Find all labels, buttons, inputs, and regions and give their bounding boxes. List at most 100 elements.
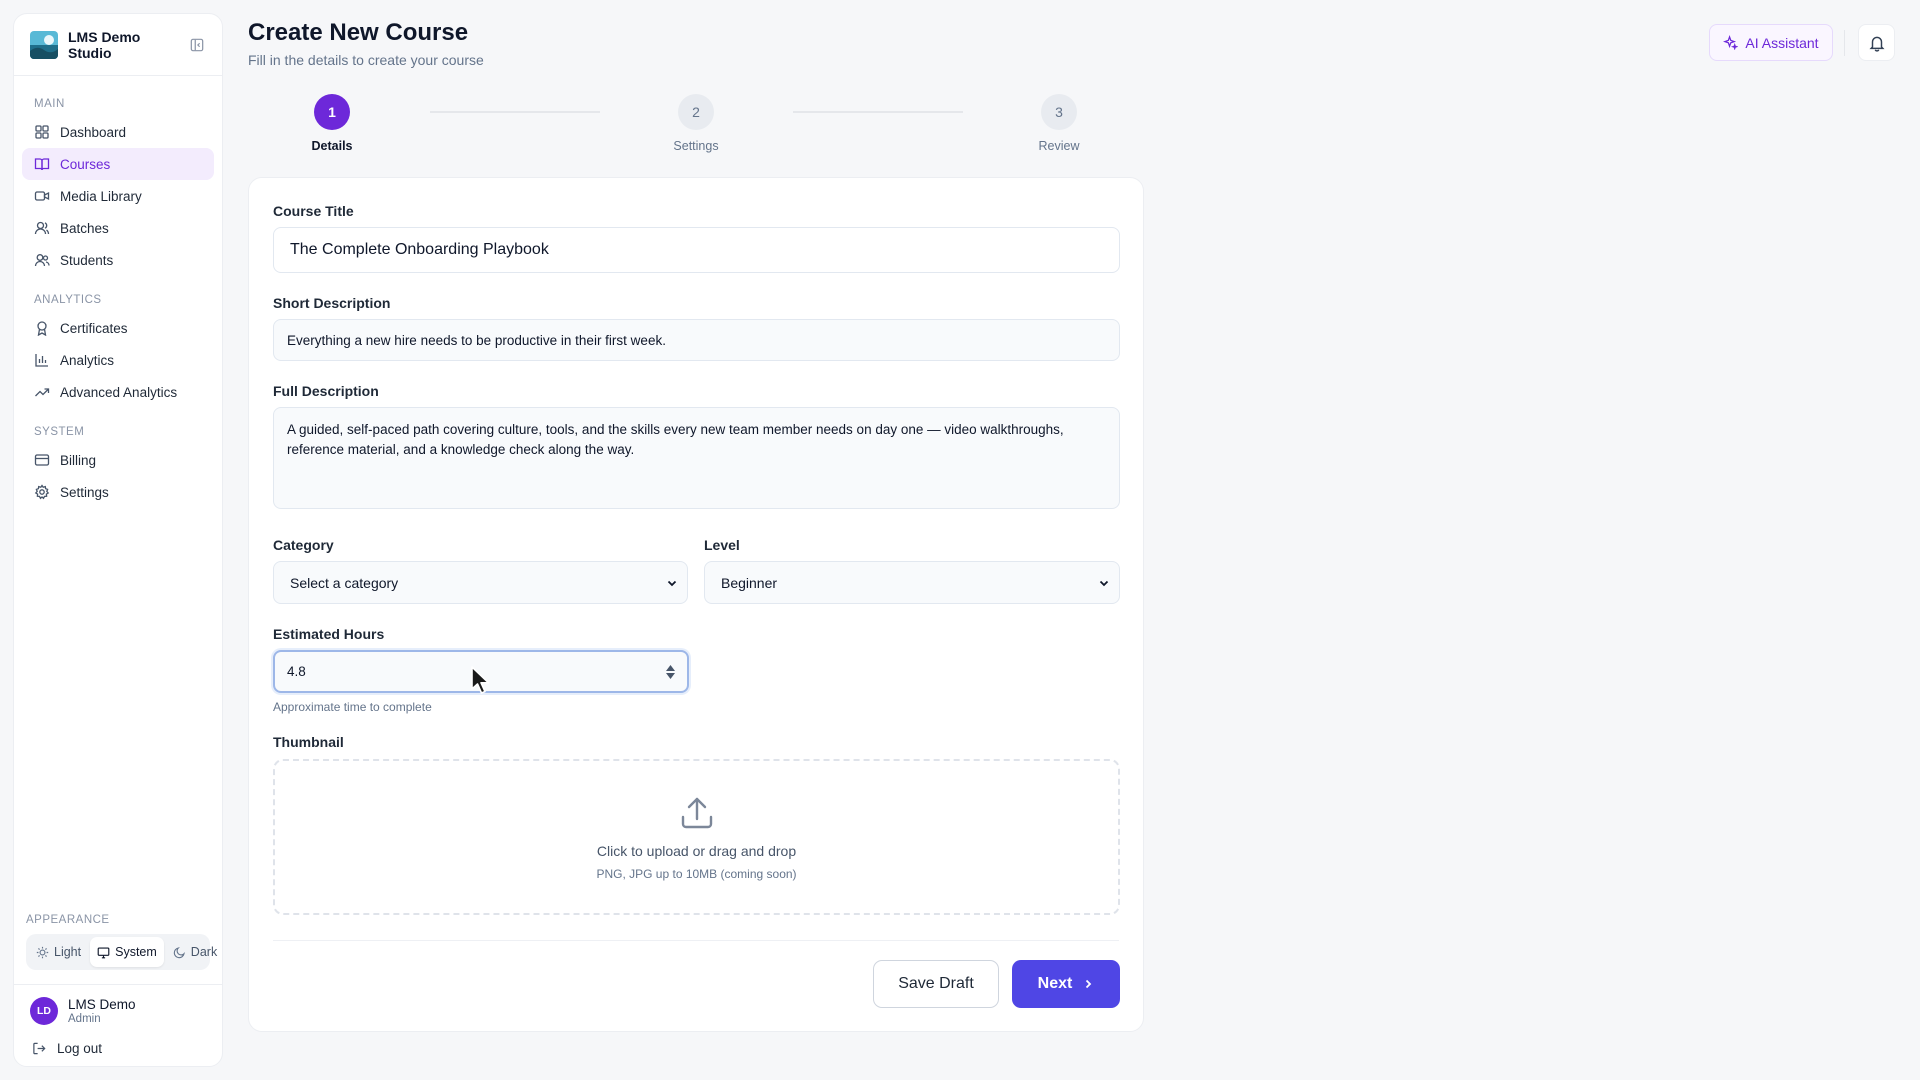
notifications-button[interactable]: [1858, 24, 1895, 61]
sidebar-item-students[interactable]: Students: [22, 244, 214, 276]
moon-icon: [173, 946, 185, 958]
level-select[interactable]: Beginner: [704, 561, 1120, 604]
form-divider: [273, 940, 1119, 941]
page-subtitle: Fill in the details to create your cours…: [248, 52, 484, 68]
sidebar-item-label: Billing: [60, 452, 97, 468]
trending-up-icon: [35, 388, 50, 397]
user-block: LD LMS Demo Admin Log out: [14, 984, 222, 1066]
chevron-right-icon: [1086, 979, 1092, 989]
brand: LMS Demo Studio: [14, 14, 222, 76]
logout-icon: [33, 1042, 46, 1055]
step-connector: [430, 111, 600, 113]
logout-label: Log out: [57, 1041, 103, 1056]
bar-chart-icon: [35, 354, 48, 367]
ai-assistant-label: AI Assistant: [1745, 34, 1819, 51]
brand-logo: [30, 30, 58, 59]
theme-switch: Light System Dark: [26, 934, 217, 970]
next-label: Next: [1037, 975, 1073, 992]
short-description-input[interactable]: [273, 319, 1120, 361]
stepper: 1 Details 2 Settings 3 Review: [248, 94, 1142, 156]
step-details[interactable]: 1 Details: [292, 94, 372, 153]
estimated-hours-label: Estimated Hours: [273, 626, 385, 642]
theme-option-label: Dark: [190, 945, 218, 959]
sidebar: LMS Demo Studio MAIN Dashboard Courses M…: [13, 13, 223, 1067]
chevron-down-icon: [667, 580, 677, 586]
monitor-icon: [97, 946, 110, 958]
caret-down-icon: [666, 672, 675, 679]
user-profile[interactable]: LD LMS Demo Admin: [30, 997, 206, 1025]
user-name: LMS Demo: [68, 997, 136, 1012]
upload-icon: [681, 797, 712, 829]
theme-option-light[interactable]: Light: [29, 937, 88, 967]
category-value: Select a category: [290, 574, 399, 591]
sidebar-item-dashboard[interactable]: Dashboard: [22, 116, 214, 148]
category-select[interactable]: Select a category: [273, 561, 688, 604]
step-number: 3: [1041, 94, 1077, 130]
category-label: Category: [273, 537, 334, 553]
step-number: 2: [678, 94, 714, 130]
sidebar-item-settings[interactable]: Settings: [22, 476, 214, 508]
save-draft-label: Save Draft: [898, 975, 974, 992]
theme-option-label: Light: [54, 945, 82, 959]
sun-icon: [36, 946, 49, 958]
sidebar-item-billing[interactable]: Billing: [22, 444, 214, 476]
estimated-hours-helper: Approximate time to complete: [273, 700, 432, 714]
sidebar-item-label: Courses: [60, 156, 111, 172]
nav-section-label: MAIN: [34, 98, 65, 110]
header-divider: [1844, 30, 1845, 56]
sidebar-item-label: Batches: [60, 220, 109, 236]
full-description-textarea[interactable]: A guided, self-paced path covering cultu…: [273, 407, 1120, 509]
sidebar-item-label: Advanced Analytics: [60, 384, 178, 400]
chevron-down-icon: [1099, 580, 1109, 586]
nav-section-label: SYSTEM: [34, 426, 85, 438]
sidebar-item-media-library[interactable]: Media Library: [22, 180, 214, 212]
step-settings[interactable]: 2 Settings: [656, 94, 736, 153]
sidebar-collapse-button[interactable]: [188, 36, 206, 54]
save-draft-button[interactable]: Save Draft: [873, 960, 999, 1008]
course-title-label: Course Title: [273, 203, 354, 219]
full-description-label: Full Description: [273, 383, 379, 399]
sidebar-item-label: Certificates: [60, 320, 128, 336]
user-group-icon: [34, 221, 50, 235]
step-number: 1: [314, 94, 350, 130]
sidebar-item-certificates[interactable]: Certificates: [22, 312, 214, 344]
sidebar-item-label: Media Library: [60, 188, 142, 204]
sidebar-item-analytics[interactable]: Analytics: [22, 344, 214, 376]
sidebar-item-batches[interactable]: Batches: [22, 212, 214, 244]
nav-section-main: MAIN Dashboard Courses Media Library Bat…: [22, 92, 214, 276]
step-label: Review: [1038, 139, 1080, 153]
step-review[interactable]: 3 Review: [1019, 94, 1099, 153]
users-icon: [34, 254, 50, 267]
user-role: Admin: [68, 1013, 101, 1025]
theme-option-dark[interactable]: Dark: [166, 937, 224, 967]
upload-subtext: PNG, JPG up to 10MB (coming soon): [596, 867, 797, 881]
estimated-hours-value: 4.8: [287, 664, 306, 679]
sidebar-item-label: Students: [60, 252, 114, 268]
level-value: Beginner: [721, 574, 778, 591]
number-stepper[interactable]: [666, 664, 675, 679]
course-title-input[interactable]: [273, 227, 1120, 273]
theme-option-label: System: [115, 945, 157, 959]
next-button[interactable]: Next: [1012, 960, 1120, 1008]
sidebar-item-label: Settings: [60, 484, 109, 500]
sidebar-item-advanced-analytics[interactable]: Advanced Analytics: [22, 376, 214, 408]
video-icon: [34, 191, 50, 201]
logout-button[interactable]: Log out: [30, 1041, 206, 1056]
page-title: Create New Course: [248, 19, 469, 46]
thumbnail-label: Thumbnail: [273, 734, 344, 750]
estimated-hours-input[interactable]: 4.8: [273, 650, 689, 693]
theme-option-system[interactable]: System: [90, 937, 164, 967]
course-form-card: Course Title Short Description Full Desc…: [248, 177, 1144, 1032]
nav-section-analytics: ANALYTICS Certificates Analytics Advance…: [22, 288, 214, 408]
step-connector: [793, 111, 963, 113]
sidebar-item-courses[interactable]: Courses: [22, 148, 214, 180]
avatar: LD: [30, 997, 58, 1025]
step-label: Details: [311, 139, 353, 153]
bell-icon: [1868, 36, 1885, 52]
ai-assistant-button[interactable]: AI Assistant: [1709, 24, 1833, 61]
thumbnail-dropzone[interactable]: Click to upload or drag and drop PNG, JP…: [273, 759, 1120, 915]
sidebar-item-label: Dashboard: [60, 124, 127, 140]
step-label: Settings: [673, 139, 719, 153]
award-icon: [37, 321, 47, 336]
gear-icon: [34, 484, 50, 500]
